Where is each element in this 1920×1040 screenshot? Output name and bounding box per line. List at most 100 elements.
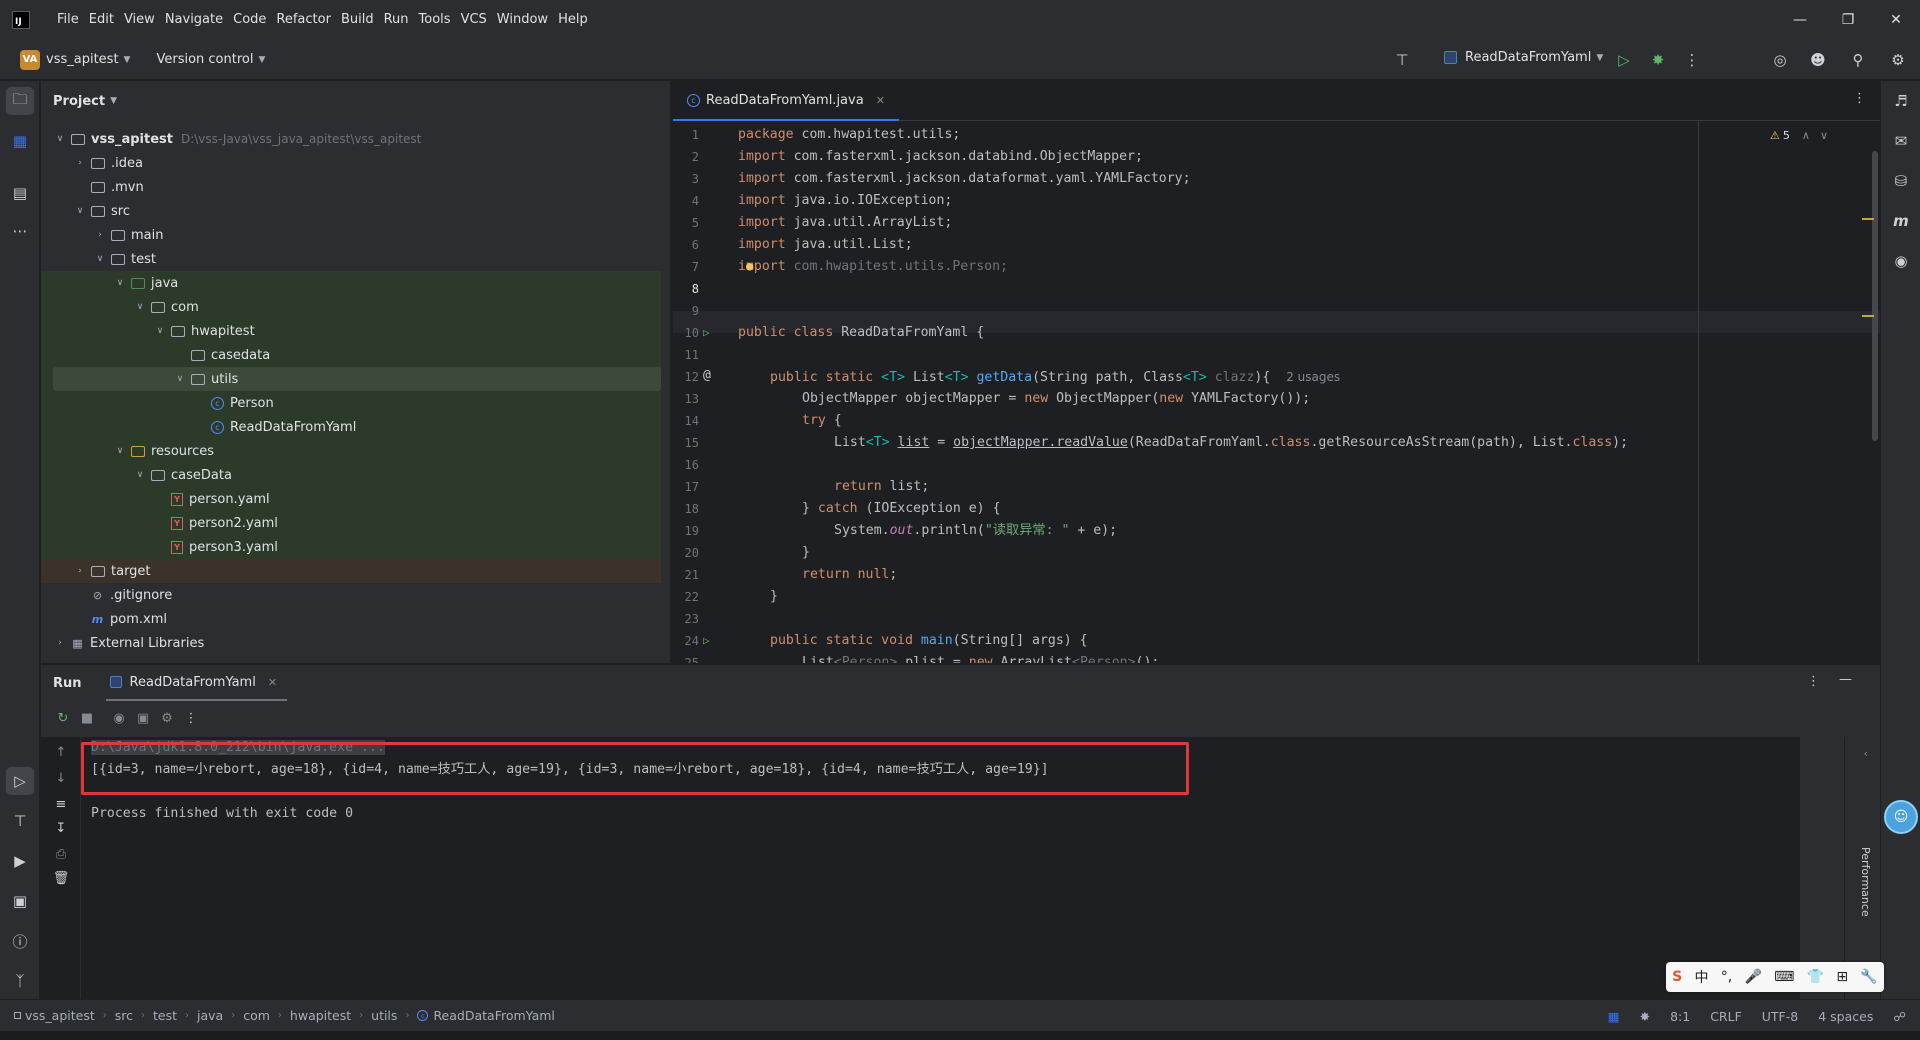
chevron-down-icon[interactable]: ∨ bbox=[133, 470, 147, 480]
tree-item-resources[interactable]: ∨ resources bbox=[41, 439, 661, 463]
annotation-gutter-icon[interactable]: @ bbox=[703, 368, 711, 383]
menu-help[interactable]: Help bbox=[553, 0, 593, 40]
ime-language-toggle[interactable]: 中 bbox=[1694, 967, 1708, 987]
tree-item-person-yaml[interactable]: Y person.yaml bbox=[41, 487, 661, 511]
run-icon[interactable]: ▷ bbox=[1612, 48, 1636, 72]
menu-edit[interactable]: Edit bbox=[84, 0, 119, 40]
more-tools-icon[interactable]: ⋯ bbox=[6, 217, 34, 245]
more-icon[interactable]: ⋮ bbox=[179, 711, 203, 726]
tree-item-utils[interactable]: ∨ utils bbox=[53, 367, 661, 391]
add-user-icon[interactable]: ☻ bbox=[1806, 48, 1830, 72]
soft-wrap-icon[interactable]: ≡ bbox=[49, 797, 73, 812]
chevron-down-icon[interactable]: ∨ bbox=[173, 374, 187, 384]
build-tool-icon[interactable]: ⊤ bbox=[6, 807, 34, 835]
more-icon[interactable]: ⋮ bbox=[1807, 674, 1820, 689]
stop-icon[interactable]: ■ bbox=[75, 711, 99, 726]
menu-refactor[interactable]: Refactor bbox=[271, 0, 336, 40]
database-icon[interactable]: ⛁ bbox=[1887, 167, 1915, 195]
breadcrumb-item[interactable]: ReadDataFromYaml bbox=[433, 1008, 554, 1023]
tree-item-person2-yaml[interactable]: Y person2.yaml bbox=[41, 511, 661, 535]
menu-navigate[interactable]: Navigate bbox=[160, 0, 228, 40]
minimize-icon[interactable]: — bbox=[1776, 0, 1824, 40]
tree-item-java[interactable]: ∨ java bbox=[41, 271, 661, 295]
menu-file[interactable]: File bbox=[52, 0, 84, 40]
arrow-down-icon[interactable]: ↓ bbox=[49, 771, 73, 786]
menu-tools[interactable]: Tools bbox=[414, 0, 456, 40]
project-badge[interactable]: VA bbox=[20, 49, 40, 70]
chevron-left-icon[interactable]: ‹ bbox=[1864, 747, 1868, 760]
more-icon[interactable]: ⋮ bbox=[1853, 91, 1866, 106]
lightbulb-icon[interactable]: ● bbox=[746, 259, 753, 273]
tree-item-pom[interactable]: m pom.xml bbox=[53, 607, 661, 631]
line-separator[interactable]: CRLF bbox=[1710, 1009, 1742, 1024]
run-tool-icon[interactable]: ▷ bbox=[6, 767, 34, 795]
run-config-selector[interactable]: ReadDataFromYaml ▼ bbox=[1444, 50, 1603, 65]
plugin-status-icon[interactable]: ▦ bbox=[1608, 1009, 1620, 1024]
ime-skin-icon[interactable]: 👕 bbox=[1807, 969, 1824, 985]
assistant-chat-icon[interactable]: ☺ bbox=[1884, 800, 1918, 834]
warning-marker[interactable] bbox=[1862, 315, 1874, 317]
scroll-to-end-icon[interactable]: ↧ bbox=[49, 821, 73, 836]
project-switcher[interactable]: vss_apitest bbox=[46, 52, 119, 67]
tab-readdatafromyaml[interactable]: c ReadDataFromYaml.java ✕ bbox=[673, 81, 899, 121]
web-icon[interactable]: ◉ bbox=[1887, 247, 1915, 275]
tree-item-casedata-folder[interactable]: ∨ caseData bbox=[41, 463, 661, 487]
ime-microphone-icon[interactable]: 🎤 bbox=[1744, 969, 1761, 985]
ai-chat-icon[interactable]: ✉ bbox=[1887, 127, 1915, 155]
services-icon[interactable]: ▶ bbox=[6, 847, 34, 875]
tree-item-readdatafromyaml[interactable]: c ReadDataFromYaml bbox=[41, 415, 661, 439]
breadcrumb-item[interactable]: src bbox=[115, 1008, 133, 1023]
chevron-right-icon[interactable]: › bbox=[73, 158, 87, 168]
caret-position[interactable]: 8:1 bbox=[1670, 1009, 1690, 1024]
ime-tools-icon[interactable]: 🔧 bbox=[1860, 969, 1877, 985]
chevron-right-icon[interactable]: › bbox=[93, 230, 107, 240]
print-icon[interactable]: ⎙ bbox=[49, 847, 73, 862]
tab-run-readdatafromyaml[interactable]: ReadDataFromYaml ✕ bbox=[105, 665, 288, 701]
structure-icon[interactable]: ▤ bbox=[6, 179, 34, 207]
warning-marker[interactable] bbox=[1862, 218, 1874, 220]
tree-item-casedata[interactable]: casedata bbox=[41, 343, 661, 367]
maven-icon[interactable]: m bbox=[1887, 207, 1915, 235]
run-gutter-icon[interactable]: ▷ bbox=[703, 326, 710, 339]
ime-logo-icon[interactable]: S bbox=[1672, 969, 1682, 985]
version-control-widget[interactable]: Version control ▼ bbox=[156, 52, 265, 67]
project-folder-icon[interactable]: 🗀 bbox=[6, 87, 34, 115]
ime-grid-icon[interactable]: ⊞ bbox=[1836, 969, 1848, 985]
arrow-up-icon[interactable]: ↑ bbox=[49, 745, 73, 760]
breadcrumb-item[interactable]: hwapitest bbox=[290, 1008, 351, 1023]
chevron-down-icon[interactable]: ∨ bbox=[93, 254, 107, 264]
tree-item-target[interactable]: › target bbox=[41, 559, 661, 583]
problems-icon[interactable]: ⓘ bbox=[6, 927, 34, 955]
chevron-down-icon[interactable]: ∨ bbox=[73, 206, 87, 216]
tree-item-person3-yaml[interactable]: Y person3.yaml bbox=[41, 535, 661, 559]
tree-item-gitignore[interactable]: ⊘ .gitignore bbox=[53, 583, 661, 607]
more-icon[interactable]: ⋮ bbox=[1680, 48, 1704, 72]
tree-item-idea[interactable]: › .idea bbox=[53, 151, 661, 175]
breadcrumb-item[interactable]: utils bbox=[371, 1008, 397, 1023]
chevron-down-icon[interactable]: ∨ bbox=[153, 326, 167, 336]
ime-keyboard-icon[interactable]: ⌨ bbox=[1774, 969, 1794, 985]
tree-item-external-libraries[interactable]: › ▦ External Libraries bbox=[53, 631, 661, 655]
close-tab-icon[interactable]: ✕ bbox=[876, 94, 885, 107]
plugin-icon[interactable]: ▦ bbox=[6, 127, 34, 155]
ime-punctuation-toggle[interactable]: °, bbox=[1721, 969, 1732, 985]
chevron-down-icon[interactable]: ∨ bbox=[113, 446, 127, 456]
trash-icon[interactable]: 🗑 bbox=[49, 871, 73, 886]
search-icon[interactable]: ⚲ bbox=[1846, 48, 1870, 72]
tree-item-person[interactable]: c Person bbox=[41, 391, 661, 415]
close-icon[interactable]: ✕ bbox=[1872, 0, 1920, 40]
breadcrumb-item[interactable]: vss_apitest bbox=[25, 1008, 95, 1023]
run-gutter-icon[interactable]: ▷ bbox=[703, 634, 710, 647]
tree-item-hwapitest[interactable]: ∨ hwapitest bbox=[41, 319, 661, 343]
tree-item-com[interactable]: ∨ com bbox=[41, 295, 661, 319]
menu-view[interactable]: View bbox=[119, 0, 160, 40]
hammer-icon[interactable]: ⊤ bbox=[1390, 48, 1414, 72]
menu-code[interactable]: Code bbox=[228, 0, 271, 40]
menu-vcs[interactable]: VCS bbox=[456, 0, 492, 40]
file-encoding[interactable]: UTF-8 bbox=[1762, 1009, 1798, 1024]
debug-status-icon[interactable]: ✸ bbox=[1640, 1009, 1650, 1024]
chevron-down-icon[interactable]: ∨ bbox=[53, 134, 67, 144]
chevron-down-icon[interactable]: ∨ bbox=[133, 302, 147, 312]
settings-icon[interactable]: ⚙ bbox=[155, 711, 179, 726]
editor-scrollbar[interactable] bbox=[1872, 151, 1878, 441]
